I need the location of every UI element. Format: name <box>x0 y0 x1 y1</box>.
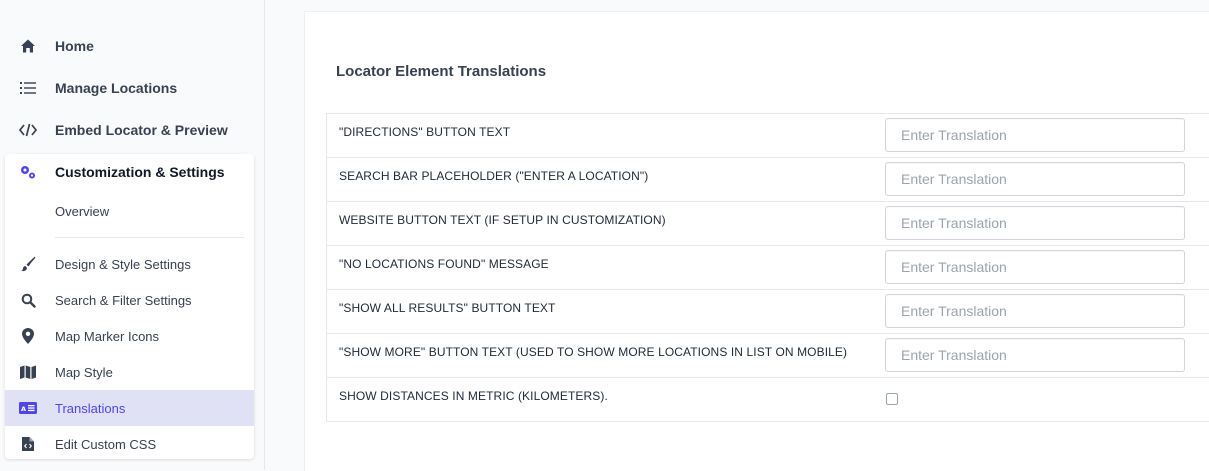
translation-input-show-all[interactable] <box>885 294 1185 328</box>
sidebar-item-manage-locations[interactable]: Manage Locations <box>0 70 254 106</box>
code-icon <box>19 121 37 139</box>
sidebar-item-label: Overview <box>55 203 110 219</box>
sidebar-item-label: Map Marker Icons <box>55 328 160 344</box>
sidebar-item-label: Embed Locator & Preview <box>55 122 228 138</box>
sidebar-item-overview[interactable]: Overview <box>5 193 254 229</box>
table-row: "NO LOCATIONS FOUND" MESSAGE <box>327 246 1209 290</box>
table-row: "DIRECTIONS" BUTTON TEXT <box>327 114 1209 158</box>
page-title: Locator Element Translations <box>336 63 547 80</box>
sidebar-item-label: Design & Style Settings <box>55 256 191 272</box>
row-label: "SHOW ALL RESULTS" BUTTON TEXT <box>339 301 556 315</box>
row-label: WEBSITE BUTTON TEXT (IF SETUP IN CUSTOMI… <box>339 213 666 227</box>
translation-input-directions[interactable] <box>885 118 1185 152</box>
table-row: "SHOW ALL RESULTS" BUTTON TEXT <box>327 290 1209 334</box>
sidebar-item-label: Search & Filter Settings <box>55 292 192 308</box>
gears-icon <box>19 163 37 181</box>
row-label: "SHOW MORE" BUTTON TEXT (USED TO SHOW MO… <box>339 345 848 359</box>
list-icon <box>19 79 37 97</box>
sidebar-item-edit-css[interactable]: Edit Custom CSS <box>5 426 254 462</box>
metric-distances-checkbox[interactable] <box>886 393 898 405</box>
row-label: SHOW DISTANCES IN METRIC (KILOMETERS). <box>339 389 608 403</box>
table-row: "SHOW MORE" BUTTON TEXT (USED TO SHOW MO… <box>327 334 1209 378</box>
file-code-icon <box>19 435 37 453</box>
translation-input-no-locations[interactable] <box>885 250 1185 284</box>
svg-text:A: A <box>21 405 26 413</box>
translations-table: "DIRECTIONS" BUTTON TEXT SEARCH BAR PLAC… <box>326 113 1209 422</box>
sidebar-item-label: Customization & Settings <box>55 164 225 180</box>
sidebar-item-design-style[interactable]: Design & Style Settings <box>5 246 254 282</box>
sidebar-item-label: Translations <box>55 400 126 416</box>
sidebar-item-home[interactable]: Home <box>0 28 254 64</box>
row-label: "NO LOCATIONS FOUND" MESSAGE <box>339 257 549 271</box>
translation-input-show-more[interactable] <box>885 338 1185 372</box>
paintbrush-icon <box>19 255 37 273</box>
sidebar-item-translations[interactable]: A Translations <box>5 390 254 426</box>
translation-input-search-placeholder[interactable] <box>885 162 1185 196</box>
translations-panel: Locator Element Translations "DIRECTIONS… <box>304 11 1209 471</box>
divider <box>55 237 244 238</box>
table-row: WEBSITE BUTTON TEXT (IF SETUP IN CUSTOMI… <box>327 202 1209 246</box>
translation-input-website-button[interactable] <box>885 206 1185 240</box>
row-label: "DIRECTIONS" BUTTON TEXT <box>339 125 511 139</box>
sidebar-item-search-filter[interactable]: Search & Filter Settings <box>5 282 254 318</box>
map-icon <box>19 363 37 381</box>
sidebar: Home Manage Locations Embed Locator & Pr… <box>0 0 265 470</box>
table-row: SEARCH BAR PLACEHOLDER ("ENTER A LOCATIO… <box>327 158 1209 202</box>
sidebar-item-label: Home <box>55 38 94 54</box>
sidebar-item-embed-locator[interactable]: Embed Locator & Preview <box>0 112 254 148</box>
sidebar-item-map-style[interactable]: Map Style <box>5 354 254 390</box>
translate-icon: A <box>19 399 37 417</box>
sidebar-item-label: Manage Locations <box>55 80 178 96</box>
sidebar-item-label: Map Style <box>55 364 113 380</box>
sidebar-item-label: Edit Custom CSS <box>55 436 157 452</box>
map-marker-icon <box>19 327 37 345</box>
table-row: SHOW DISTANCES IN METRIC (KILOMETERS). <box>327 378 1209 421</box>
sidebar-item-customization[interactable]: Customization & Settings <box>5 154 254 190</box>
sidebar-item-map-marker[interactable]: Map Marker Icons <box>5 318 254 354</box>
home-icon <box>19 37 37 55</box>
row-label: SEARCH BAR PLACEHOLDER ("ENTER A LOCATIO… <box>339 169 649 183</box>
search-icon <box>19 291 37 309</box>
